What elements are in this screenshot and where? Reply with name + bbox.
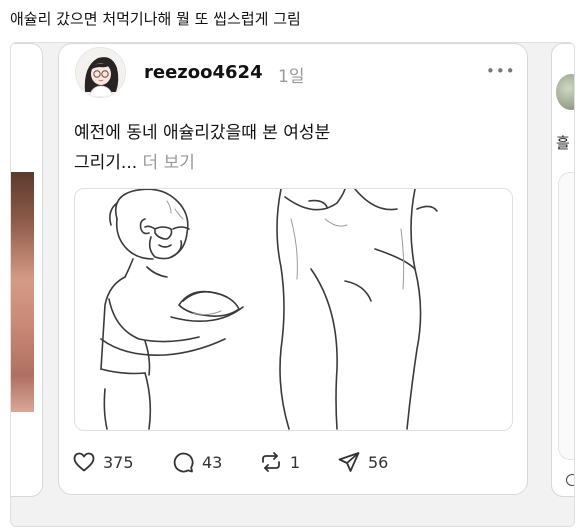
like-count: 375 bbox=[103, 452, 134, 472]
repost-count: 1 bbox=[290, 452, 301, 472]
comment-button[interactable]: 43 bbox=[171, 449, 222, 475]
see-more-link[interactable]: 더 보기 bbox=[143, 153, 195, 173]
share-button[interactable]: 56 bbox=[337, 449, 388, 475]
next-post-image bbox=[558, 172, 574, 460]
more-options-icon[interactable]: ••• bbox=[486, 62, 516, 80]
next-post-like-icon bbox=[566, 474, 574, 486]
comment-icon bbox=[173, 452, 194, 473]
heart-icon bbox=[73, 452, 95, 472]
sketch-illustration bbox=[100, 189, 438, 430]
screenshot-frame: 흘 reezoo4624 1일 ••• 예전에 동네 애슐리갔을때 본 여성분 … bbox=[10, 42, 575, 527]
post-text-line2: 그리기... bbox=[74, 153, 138, 173]
tweet-caption: 애슐리 갔으면 처먹기나해 뭘 또 씹스럽게 그림 bbox=[10, 10, 301, 28]
comment-count: 43 bbox=[202, 452, 223, 472]
next-post-text-fragment: 흘 bbox=[556, 134, 570, 152]
send-icon bbox=[338, 452, 360, 472]
previous-post-card[interactable] bbox=[11, 43, 43, 497]
username[interactable]: reezoo4624 bbox=[144, 62, 263, 83]
repost-button[interactable]: 1 bbox=[259, 449, 300, 475]
post-text: 예전에 동네 애슐리갔을때 본 여성분 bbox=[74, 123, 331, 143]
post-text-continued: 그리기... 더 보기 bbox=[74, 148, 195, 173]
next-post-avatar bbox=[556, 74, 574, 110]
threads-post-card: reezoo4624 1일 ••• 예전에 동네 애슐리갔을때 본 여성분 그리… bbox=[58, 43, 528, 495]
previous-post-image bbox=[11, 172, 34, 412]
avatar-illustration bbox=[76, 48, 125, 97]
like-button[interactable]: 375 bbox=[72, 449, 134, 475]
avatar[interactable] bbox=[75, 47, 126, 98]
share-count: 56 bbox=[368, 452, 389, 472]
next-post-card[interactable]: 흘 bbox=[551, 43, 574, 497]
repost-icon bbox=[262, 452, 280, 472]
post-image[interactable] bbox=[74, 188, 513, 431]
post-time: 1일 bbox=[278, 67, 305, 87]
